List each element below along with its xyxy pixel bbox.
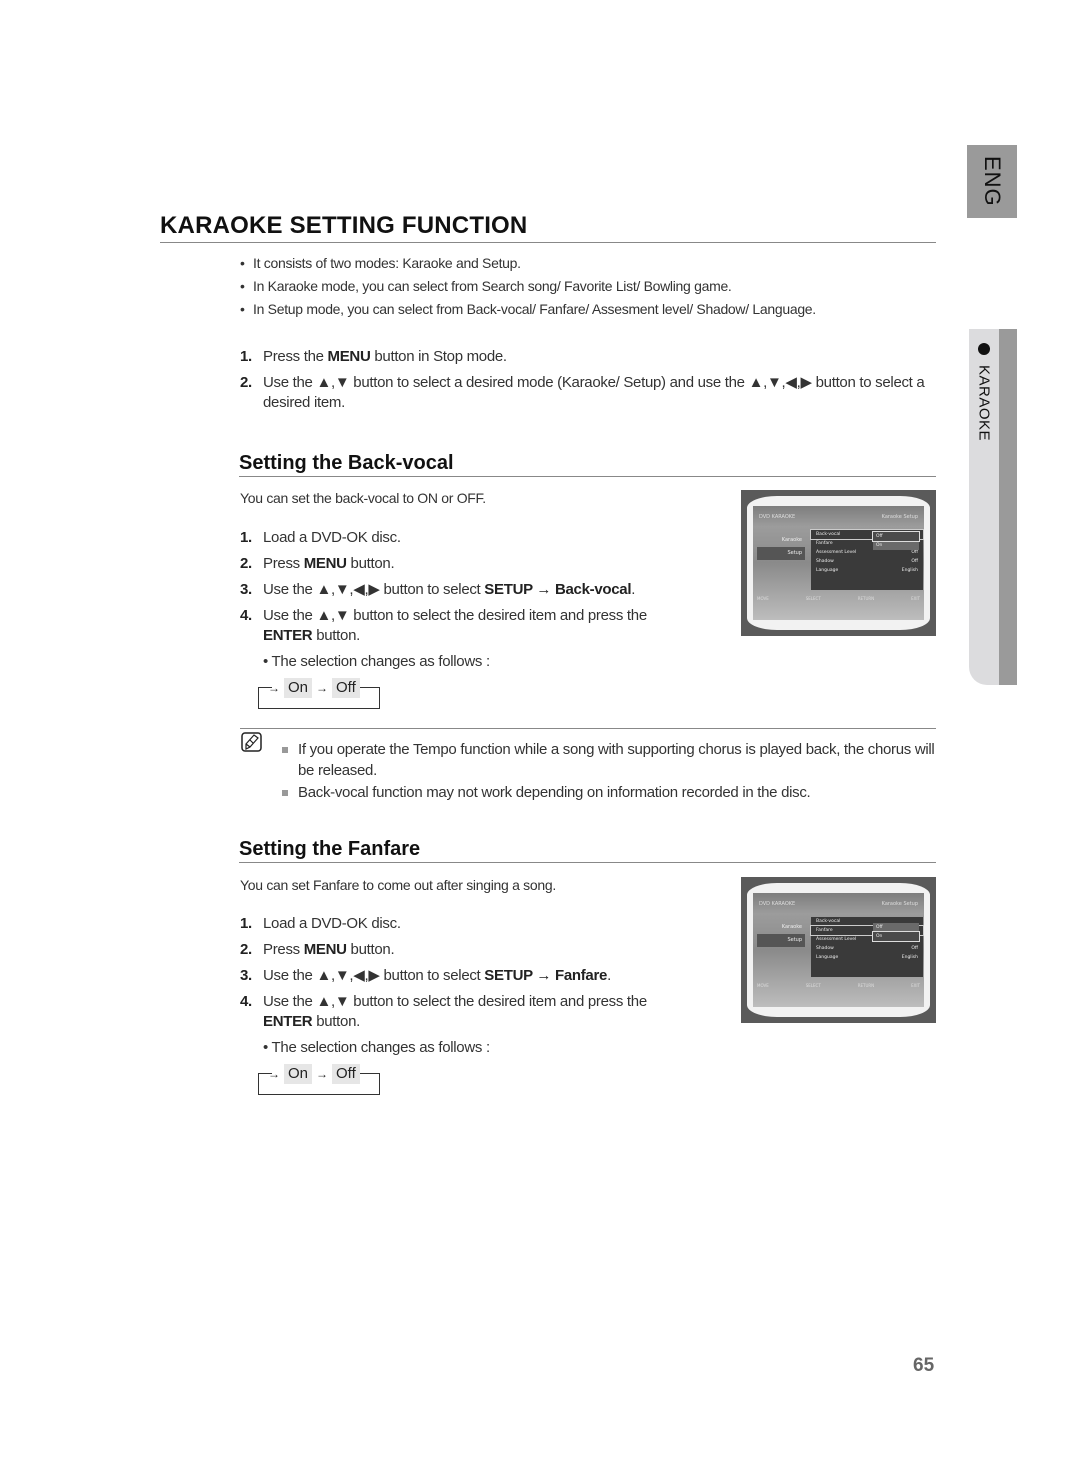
section-description: You can set Fanfare to come out after si… xyxy=(240,877,556,893)
section-description: You can set the back-vocal to ON or OFF. xyxy=(240,490,486,506)
language-label: ENG xyxy=(980,156,1005,207)
fanfare-steps: 1. Load a DVD-OK disc. 2. Press MENU butto… xyxy=(240,914,700,1058)
page-number: 65 xyxy=(913,1355,935,1376)
note-item: If you operate the Tempo function while … xyxy=(282,739,938,781)
sub-bullet: • The selection changes as follows : xyxy=(263,653,490,670)
arrow-icon: → xyxy=(316,1067,329,1081)
arrow-icon: → xyxy=(268,1067,280,1081)
screenshot-back-vocal: DVD KARAOKE Karaoke Setup Karaoke Setup Ba… xyxy=(741,490,936,636)
section-title-fanfare: Setting the Fanfare xyxy=(239,838,936,863)
back-vocal-steps: 1. Load a DVD-OK disc. 2. Press MENU butto… xyxy=(240,528,700,672)
sub-bullet: • The selection changes as follows : xyxy=(263,1039,490,1056)
step: 1. Press the MENU button in Stop mode. xyxy=(240,348,507,365)
bullet-dot-icon xyxy=(978,343,990,355)
intro-bullet: In Setup mode, you can select from Back-… xyxy=(240,298,930,321)
language-tab: ENG xyxy=(967,145,1017,218)
intro-bullet: It consists of two modes: Karaoke and Se… xyxy=(240,252,930,275)
intro-bullets: It consists of two modes: Karaoke and Se… xyxy=(240,252,930,321)
option-off: Off xyxy=(332,678,360,698)
arrow-icon: → xyxy=(268,681,280,695)
section-tab: KARAOKE xyxy=(969,329,1017,685)
note-item: Back-vocal function may not work dependi… xyxy=(282,782,938,803)
selection-flow-diagram: → On → Off xyxy=(258,1064,380,1096)
arrow-icon: → xyxy=(316,681,329,695)
option-on: On xyxy=(284,678,313,698)
page-title: KARAOKE SETTING FUNCTION xyxy=(160,212,936,243)
screenshot-fanfare: DVD KARAOKE Karaoke Setup Karaoke Setup Ba… xyxy=(741,877,936,1023)
step: 2. Use the ▲,▼ button to select a desire… xyxy=(240,374,925,411)
selection-flow-diagram: → On → Off xyxy=(258,678,380,710)
note-pencil-icon xyxy=(241,732,262,752)
option-off: Off xyxy=(332,1064,360,1084)
note-box: If you operate the Tempo function while … xyxy=(240,728,936,801)
section-tab-label: KARAOKE xyxy=(975,365,993,442)
option-on: On xyxy=(284,1064,313,1084)
intro-bullet: In Karaoke mode, you can select from Sea… xyxy=(240,275,930,298)
intro-steps: 1. Press the MENU button in Stop mode. 2… xyxy=(240,347,930,419)
section-title-back-vocal: Setting the Back-vocal xyxy=(239,452,936,477)
